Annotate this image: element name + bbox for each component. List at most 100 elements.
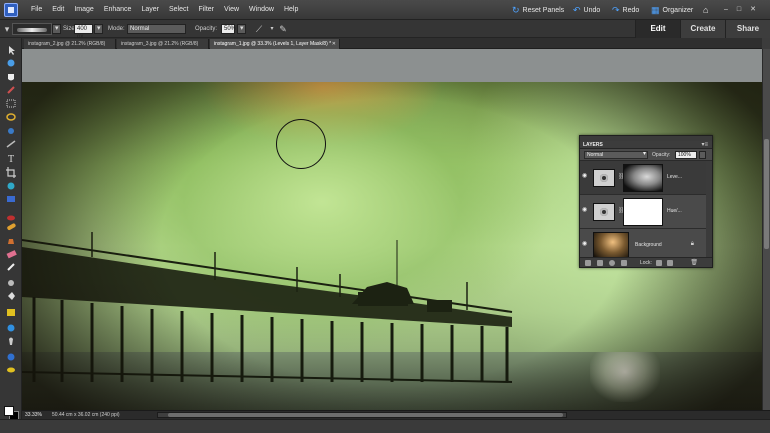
eraser-tool-icon[interactable] [6, 250, 17, 259]
new-group-icon[interactable] [597, 260, 603, 266]
move-tool-icon[interactable] [9, 46, 15, 55]
layer-opacity-dropdown[interactable] [699, 151, 706, 159]
visibility-eye-icon[interactable]: ◉ [582, 241, 589, 247]
type-tool-icon[interactable]: T [8, 154, 14, 165]
smart-brush-tool-icon[interactable] [8, 280, 14, 286]
layer-mask-thumbnail[interactable] [623, 164, 663, 192]
vertical-scroll-thumb[interactable] [764, 139, 769, 249]
app-logo[interactable] [4, 3, 18, 17]
visibility-eye-icon[interactable]: ◉ [582, 207, 589, 213]
red-eye-tool-icon[interactable] [7, 215, 15, 221]
recompose-tool-icon[interactable] [7, 182, 15, 190]
size-dropdown[interactable] [94, 24, 103, 34]
menu-bar: File Edit Image Enhance Layer Select Fil… [0, 0, 770, 20]
undo-button[interactable]: ↶ Undo [573, 5, 600, 16]
brush-preset-picker[interactable] [12, 23, 52, 35]
menu-window[interactable]: Window [244, 6, 279, 13]
brush-preset-dropdown[interactable] [52, 24, 61, 34]
menu-enhance[interactable]: Enhance [99, 6, 137, 13]
layer-mask-thumbnail[interactable] [623, 198, 663, 226]
layer-row-levels[interactable]: ◉ ⛓ Leve... [580, 161, 712, 195]
horizontal-scrollbar[interactable] [157, 412, 567, 418]
sponge-tool-icon[interactable] [7, 353, 15, 361]
trash-icon[interactable]: 🗑︎ [690, 259, 698, 266]
brush-cursor [276, 119, 326, 169]
menu-select[interactable]: Select [164, 6, 193, 13]
undo-label: Undo [583, 7, 601, 14]
redo-button[interactable]: ↷ Redo [612, 5, 639, 16]
status-bar: 33.33% 50.44 cm x 36.02 cm (240 ppi) [22, 410, 770, 419]
mode-select[interactable]: Normal [127, 24, 186, 34]
tab-share[interactable]: Share [725, 20, 770, 38]
layers-panel-header: LAYERS ▾≡ [580, 141, 712, 149]
organizer-button[interactable]: ▦ Organizer [651, 5, 693, 16]
lock-transparency-icon[interactable] [656, 260, 662, 266]
svg-text:T: T [8, 154, 14, 165]
home-button[interactable]: ⌂ [703, 5, 708, 15]
tab-create[interactable]: Create [680, 20, 725, 38]
airbrush-icon[interactable]: ⟋ [253, 23, 265, 35]
layers-scrollbar[interactable] [706, 161, 712, 261]
crop-tool-icon[interactable] [6, 167, 16, 178]
brush-line-tool-icon[interactable] [6, 140, 16, 148]
clone-stamp-tool-icon[interactable] [8, 239, 14, 244]
layer-row-hue[interactable]: ◉ ⛓ Hue/... [580, 195, 712, 229]
panel-menu-icon[interactable]: ▾≡ [701, 141, 708, 148]
layer-name: Background [635, 242, 662, 248]
doc-tab-label: instagram_2.jpg @ 21.2% (RGB/8) [28, 41, 106, 47]
reset-panels-label: Reset Panels [522, 7, 565, 14]
hand-tool-icon[interactable] [8, 74, 14, 81]
brush-tool-icon[interactable] [7, 263, 15, 271]
doc-tab-instagram-2[interactable]: instagram_2.jpg @ 21.2% (RGB/8) [24, 39, 116, 49]
layer-name: Hue/... [667, 208, 682, 214]
home-icon: ⌂ [703, 5, 709, 15]
paint-bucket-tool-icon[interactable] [8, 292, 15, 300]
menu-filter[interactable]: Filter [193, 6, 219, 13]
shape-tool-icon[interactable] [7, 324, 15, 332]
menu-help[interactable]: Help [279, 6, 303, 13]
adjustment-layer-button-icon[interactable] [609, 260, 615, 266]
minimize-icon[interactable]: – [724, 6, 728, 13]
doc-tab-instagram-1[interactable]: instagram_1.jpg @ 33.3% (Levels 1, Layer… [210, 39, 340, 49]
zoom-level[interactable]: 33.33% [25, 412, 42, 418]
marquee-tool-icon[interactable] [6, 99, 16, 108]
size-field[interactable]: 400 px [74, 24, 93, 40]
vertical-scrollbar[interactable] [762, 49, 770, 410]
visibility-eye-icon[interactable]: ◉ [582, 173, 589, 179]
layers-panel-footer: Lock: 🗑︎ [580, 257, 712, 267]
new-layer-icon[interactable] [585, 260, 591, 266]
tab-edit[interactable]: Edit [635, 20, 680, 38]
menu-view[interactable]: View [219, 6, 244, 13]
background-thumbnail [593, 232, 629, 260]
menu-layer[interactable]: Layer [136, 6, 164, 13]
layers-panel-title: LAYERS [583, 142, 603, 148]
menu-edit[interactable]: Edit [47, 6, 69, 13]
opacity-field[interactable]: 50% [221, 24, 236, 34]
horizontal-scroll-thumb[interactable] [168, 413, 563, 417]
close-icon[interactable]: ✕ [750, 5, 756, 13]
menu-image[interactable]: Image [69, 6, 98, 13]
close-tab-icon[interactable]: ✕ [332, 39, 336, 49]
blend-mode-select[interactable]: Normal [584, 151, 648, 159]
brush-settings-icon[interactable]: ✎ [277, 23, 289, 35]
gradient-tool-icon[interactable] [7, 309, 15, 316]
maximize-icon[interactable]: □ [737, 6, 741, 13]
straighten-tool-icon[interactable] [7, 196, 15, 202]
doc-tab-instagram-3[interactable]: instagram_3.jpg @ 21.2% (RGB/8) [117, 39, 209, 49]
zoom-tool-icon[interactable] [7, 59, 15, 67]
spot-healing-tool-icon[interactable] [7, 223, 17, 231]
lasso-tool-icon[interactable] [6, 113, 16, 121]
menu-file[interactable]: File [26, 6, 47, 13]
opacity-dropdown[interactable] [237, 24, 246, 34]
layer-opacity-field[interactable]: 100% [675, 151, 697, 159]
foreground-color-swatch[interactable] [4, 406, 14, 416]
blur-tool-icon[interactable] [9, 337, 13, 346]
eyedropper-tool-icon[interactable] [7, 86, 15, 94]
document-tabs: instagram_2.jpg @ 21.2% (RGB/8) instagra… [22, 38, 762, 49]
organizer-label: Organizer [662, 7, 694, 14]
reset-panels-button[interactable]: ↻ Reset Panels [512, 5, 564, 16]
quick-selection-tool-icon[interactable] [8, 128, 14, 134]
pencil-tool-icon[interactable] [7, 367, 15, 373]
add-mask-icon[interactable] [621, 260, 627, 266]
lock-all-icon[interactable] [667, 260, 673, 266]
